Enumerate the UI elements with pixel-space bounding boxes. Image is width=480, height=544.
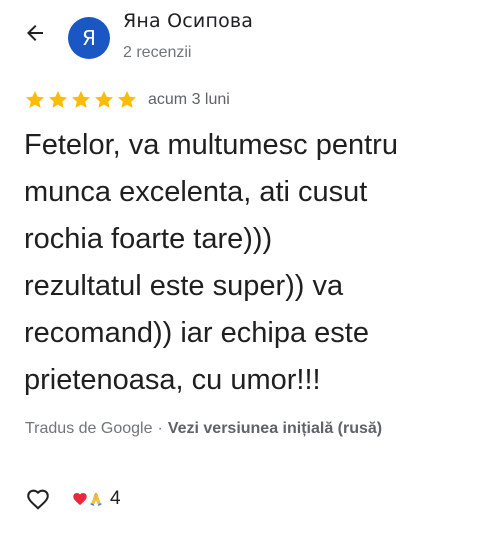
folded-hands-icon [90,492,102,506]
translation-info: Tradus de Google · Vezi versiunea inițială… [25,420,382,438]
author-reviews-count: 2 recenzii [123,44,192,61]
star-icon [49,91,67,108]
red-heart-icon [73,493,87,506]
reactions-summary[interactable]: 4 [72,488,121,510]
back-button[interactable] [18,16,52,50]
avatar[interactable]: Я [68,17,110,59]
separator-dot: · [157,420,163,437]
heart-outline-icon [27,489,49,510]
reaction-count: 4 [110,488,121,509]
view-original-link[interactable]: Vezi versiunea inițială (rusă) [168,420,382,437]
rating-row: acum 3 luni [24,88,230,112]
review-text: Fetelor, va multumesc pentru munca excel… [24,129,398,396]
translated-by-label: Tradus de Google [25,420,153,437]
review-actions: 4 [24,484,121,514]
author-name[interactable]: Яна Осипова [123,10,253,32]
star-icon [95,91,113,108]
star-icon [26,91,44,108]
star-rating [24,89,138,111]
arrow-left-icon [27,25,43,41]
star-icon [118,91,136,108]
review-header: Я Яна Осипова 2 recenzii [0,0,480,80]
like-button[interactable] [24,485,52,513]
star-icon [72,91,90,108]
review-date: acum 3 luni [148,91,230,108]
